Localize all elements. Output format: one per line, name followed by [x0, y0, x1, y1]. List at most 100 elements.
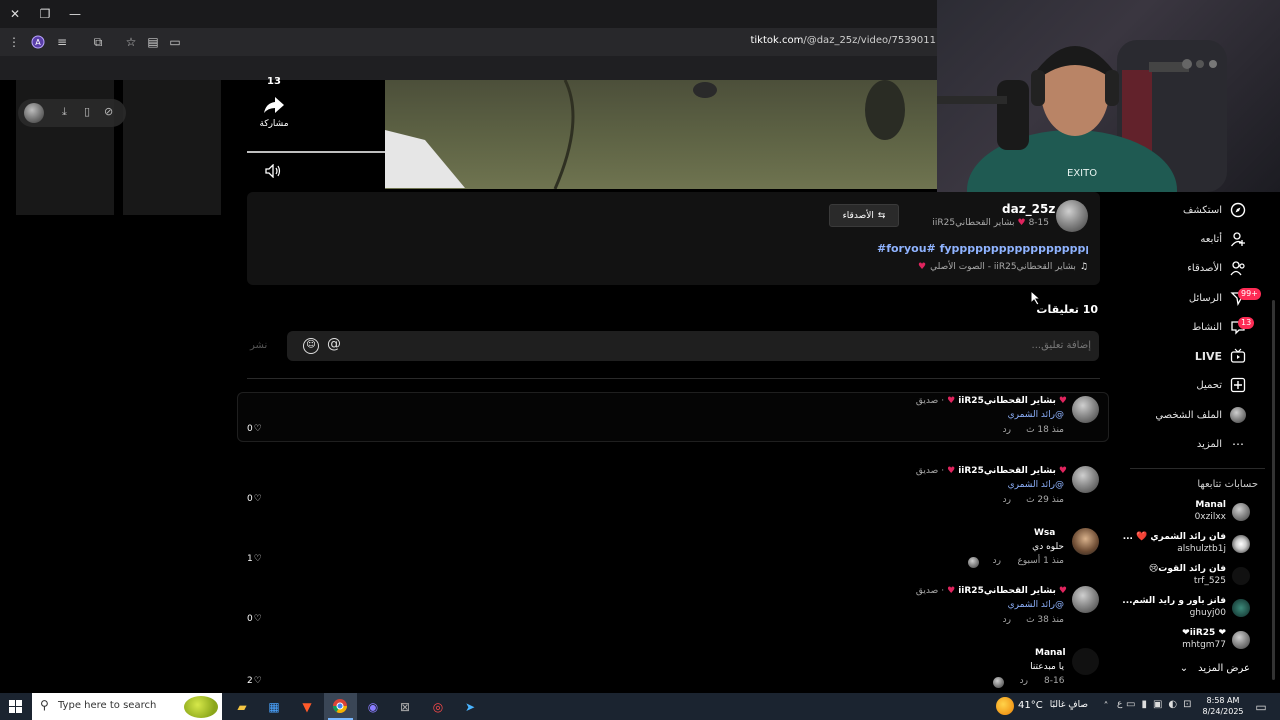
- mention-icon[interactable]: @: [327, 336, 341, 352]
- reply-button[interactable]: رد: [1003, 615, 1011, 625]
- comment-avatar[interactable]: [1072, 586, 1099, 613]
- comment-input[interactable]: ☺ @ إضافة تعليق...: [287, 331, 1099, 361]
- video-caption[interactable]: #foryou# fyppppppppppppppppppppppp#: [877, 242, 1088, 255]
- show-more-label: عرض المزيد: [1198, 663, 1250, 674]
- minimize-window-icon[interactable]: —: [64, 4, 86, 24]
- windows-start-icon[interactable]: [4, 697, 26, 717]
- phone-icon[interactable]: ▯: [84, 105, 90, 118]
- author-meta: iiR25بشاير القحطاني ♥ 8-15: [929, 218, 1049, 230]
- playlist-icon[interactable]: ≡: [52, 33, 72, 51]
- comment-input-placeholder: إضافة تعليق...: [1031, 340, 1091, 351]
- notifications-icon[interactable]: ▭: [1250, 697, 1272, 717]
- chevron-down-icon: ⌄: [1179, 663, 1189, 674]
- brave-icon[interactable]: ▼: [296, 697, 318, 717]
- comment-time: منذ 18 ث: [1026, 425, 1064, 435]
- nav-upload[interactable]: تحميل: [1106, 375, 1246, 395]
- following-account[interactable]: ❤ iiR25❤ mhtgm77: [1100, 626, 1250, 654]
- following-name: فان رائد القوت😢: [1148, 564, 1226, 574]
- reply-button[interactable]: رد: [1003, 425, 1011, 435]
- friend-tag: صديق: [915, 586, 939, 596]
- author-card: daz_25z iiR25بشاير القحطاني ♥ 8-15 الأصد…: [247, 192, 1100, 285]
- like-button[interactable]: 1 ♡: [247, 554, 262, 564]
- heart-icon: ♥: [947, 396, 956, 406]
- restore-window-icon[interactable]: ❐: [34, 4, 56, 24]
- comment-text: @رائد الشمري: [1007, 480, 1064, 490]
- mini-avatar[interactable]: [24, 103, 44, 123]
- comment-avatar[interactable]: [1072, 466, 1099, 493]
- like-button[interactable]: 0 ♡: [247, 614, 262, 624]
- nav-label: تحميل: [1196, 379, 1222, 391]
- nav-more[interactable]: المزيد ⋯: [1106, 434, 1246, 454]
- address-bar[interactable]: tiktok.com/@daz_25z/video/7539011: [750, 35, 936, 46]
- steam-icon[interactable]: ➤: [459, 697, 481, 717]
- reply-button[interactable]: رد: [1003, 495, 1011, 505]
- nav-explore[interactable]: استكشف: [1106, 200, 1246, 220]
- comment-avatar[interactable]: [1072, 528, 1099, 555]
- author-username[interactable]: daz_25z: [1002, 202, 1055, 216]
- sound-row[interactable]: ♥ الصوت الأصلي - iiR25بشاير القحطاني ♫: [847, 262, 1088, 274]
- following-avatar: [1232, 599, 1250, 617]
- comment-avatar[interactable]: [1072, 648, 1099, 675]
- xbox-icon[interactable]: ⊠: [394, 697, 416, 717]
- compass-small-icon[interactable]: ⊘: [104, 105, 113, 118]
- volume-icon[interactable]: [265, 164, 281, 178]
- reading-list-icon[interactable]: ▤: [143, 33, 163, 51]
- comment-author[interactable]: iiR25بشاير القحطاني: [958, 586, 1056, 598]
- taskbar-search[interactable]: ⚲ Type here to search: [32, 693, 222, 720]
- reply-button[interactable]: رد: [993, 556, 1001, 566]
- clock[interactable]: 8:58 AM 8/24/2025: [1202, 695, 1244, 717]
- nav-live[interactable]: LIVE: [1106, 346, 1246, 366]
- extensions-puzzle-icon[interactable]: ⧉: [88, 33, 108, 51]
- emoji-icon[interactable]: ☺: [303, 338, 319, 354]
- discord-icon[interactable]: ◉: [362, 697, 384, 717]
- menu-kebab-icon[interactable]: ⋮: [4, 33, 24, 51]
- weather-temp[interactable]: 41°C: [1018, 700, 1043, 711]
- nav-messages[interactable]: الرسائل: [1106, 288, 1246, 308]
- input-language[interactable]: ع: [1117, 699, 1122, 709]
- comment-author[interactable]: Manal: [1035, 648, 1066, 658]
- chrome-active-tab[interactable]: [324, 693, 357, 720]
- nav-profile[interactable]: الملف الشخصي: [1106, 405, 1246, 425]
- author-date: 8-15: [1028, 218, 1049, 228]
- nav-friends[interactable]: الأصدقاء: [1106, 258, 1246, 278]
- extension-icon[interactable]: A: [28, 33, 48, 51]
- bookmark-star-icon[interactable]: ☆: [121, 33, 141, 51]
- comment-author[interactable]: iiR25بشاير القحطاني: [958, 396, 1056, 408]
- video-thumbnail[interactable]: [123, 80, 221, 215]
- nav-activity[interactable]: النشاط: [1106, 317, 1246, 337]
- following-account[interactable]: Manal 0xzilxx: [1100, 498, 1250, 526]
- reply-button[interactable]: رد: [1020, 676, 1028, 686]
- tray-icons[interactable]: ▭▮▣◐⊡: [1126, 699, 1198, 710]
- comment-avatar[interactable]: [1072, 396, 1099, 423]
- following-account[interactable]: فانز باور و رايد الشم... ghuyj00: [1100, 594, 1250, 622]
- video-player[interactable]: [385, 80, 937, 189]
- messages-badge: 99+: [1238, 288, 1261, 300]
- chevron-up-icon[interactable]: ˄: [1095, 697, 1117, 717]
- following-handle: trf_525: [1193, 576, 1226, 586]
- like-count: 0: [247, 494, 253, 504]
- following-avatar: [1232, 567, 1250, 585]
- friends-button[interactable]: الأصدقاء ⇆: [829, 204, 899, 227]
- post-button[interactable]: نشر: [250, 340, 267, 351]
- close-window-icon[interactable]: ✕: [4, 4, 26, 24]
- comment-author[interactable]: Wsa: [1034, 528, 1055, 538]
- share-arrow-icon[interactable]: [263, 95, 285, 115]
- cast-icon[interactable]: ▭: [165, 33, 185, 51]
- following-name: ❤ iiR25❤: [1182, 628, 1226, 638]
- obs-icon[interactable]: ◎: [427, 697, 449, 717]
- like-button[interactable]: 2 ♡: [247, 676, 262, 686]
- file-explorer-icon[interactable]: ▰: [231, 697, 253, 717]
- heart-outline-icon: ♡: [253, 554, 262, 564]
- nav-following[interactable]: أتابعه: [1106, 229, 1246, 249]
- like-button[interactable]: 0 ♡: [247, 424, 262, 434]
- following-account[interactable]: فان رائد الشمري ❤️ ... alshulztb1j: [1100, 530, 1250, 558]
- author-avatar[interactable]: [1056, 200, 1088, 232]
- show-more-button[interactable]: ⌄ عرض المزيد: [1130, 663, 1250, 677]
- like-button[interactable]: 0 ♡: [247, 494, 262, 504]
- comment-author[interactable]: iiR25بشاير القحطاني: [958, 466, 1056, 478]
- sidebar-scrollbar[interactable]: [1272, 300, 1275, 680]
- following-account[interactable]: فان رائد القوت😢 trf_525: [1100, 562, 1250, 590]
- download-icon[interactable]: ⤓: [62, 105, 67, 119]
- comment-item: صديق · ♥ iiR25بشاير القحطاني ♥ @رائد الش…: [247, 392, 1100, 448]
- store-icon[interactable]: ▦: [263, 697, 285, 717]
